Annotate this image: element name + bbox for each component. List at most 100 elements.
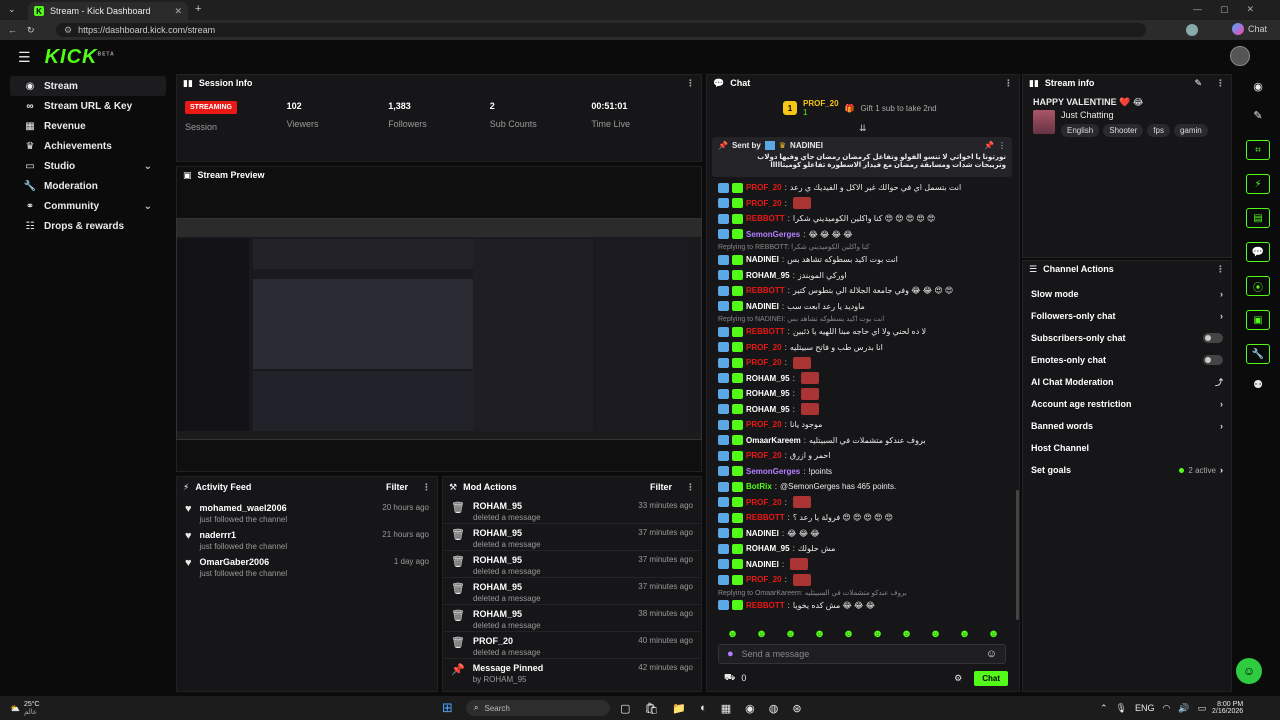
send-chat-button[interactable]: Chat bbox=[974, 670, 1008, 686]
filter-button[interactable]: Filter bbox=[386, 482, 408, 492]
chat-username[interactable]: PROF_20 bbox=[746, 451, 782, 460]
chat-username[interactable]: NADINEI bbox=[746, 255, 779, 264]
chat-message[interactable]: SemonGerges: 😂 😂 😂 😂 bbox=[718, 227, 1008, 243]
chat-username[interactable]: PROF_20 bbox=[746, 199, 782, 208]
wifi-icon[interactable]: ◠ bbox=[1163, 703, 1171, 714]
chat-username[interactable]: ROHAM_95 bbox=[746, 544, 790, 553]
chat-username[interactable]: ROHAM_95 bbox=[746, 374, 790, 383]
message-input[interactable]: ● Send a message ☺ bbox=[718, 644, 1006, 664]
more-options-icon[interactable]: ⋮ bbox=[1004, 78, 1013, 89]
slow-mode-option[interactable]: Slow mode › bbox=[1023, 283, 1231, 305]
tab-menu-icon[interactable]: ⌄ bbox=[8, 4, 16, 15]
notes-icon[interactable]: ▤ bbox=[1246, 208, 1270, 228]
reload-icon[interactable]: ↻ bbox=[27, 25, 35, 36]
mic-tray-icon[interactable]: 🎙 bbox=[1116, 703, 1127, 714]
chat-username[interactable]: REBBOTT bbox=[746, 214, 785, 223]
new-tab-icon[interactable]: + bbox=[195, 3, 201, 15]
chat-message[interactable]: BotRix: @SemonGerges has 465 points. bbox=[718, 479, 1008, 495]
chat-username[interactable]: SemonGerges bbox=[746, 467, 800, 476]
host-channel-option[interactable]: Host Channel bbox=[1023, 437, 1231, 459]
back-icon[interactable]: ← bbox=[8, 25, 17, 35]
chat-message[interactable]: SemonGerges: !points bbox=[718, 464, 1008, 480]
url-field[interactable]: ⚙ https://dashboard.kick.com/stream bbox=[56, 23, 1146, 37]
sidebar-item-drops-rewards[interactable]: ☷ Drops & rewards bbox=[10, 216, 166, 236]
filter-button[interactable]: Filter bbox=[650, 482, 672, 492]
ticket-icon[interactable]: ▣ bbox=[1246, 310, 1270, 330]
chat-message[interactable]: ROHAM_95: اوركي الموبندز bbox=[718, 268, 1008, 284]
emote-icon[interactable]: ☻ bbox=[756, 628, 768, 640]
chat-username[interactable]: PROF_20 bbox=[746, 183, 782, 192]
emote-icon[interactable]: ☻ bbox=[988, 628, 1000, 640]
chat-message[interactable]: PROF_20: انا بدرس طب و فاتح سبيتليه bbox=[718, 340, 1008, 356]
chat-username[interactable]: REBBOTT bbox=[746, 601, 785, 610]
emote-icon[interactable]: ☻ bbox=[959, 628, 971, 640]
profile-icon[interactable] bbox=[1186, 24, 1198, 36]
chat-username[interactable]: ROHAM_95 bbox=[746, 271, 790, 280]
chat-username[interactable]: NADINEI bbox=[746, 302, 779, 311]
floating-chat-button[interactable]: ☺ bbox=[1236, 658, 1262, 684]
ai-chat-moderation-option[interactable]: AI Chat Moderation ⤴ bbox=[1023, 371, 1231, 393]
sidebar-item-stream-url-key[interactable]: ∞ Stream URL & Key bbox=[10, 96, 166, 116]
browser-tab[interactable]: K Stream - Kick Dashboard ✕ bbox=[28, 2, 188, 20]
chat-username[interactable]: PROF_20 bbox=[746, 420, 782, 429]
kick-logo[interactable]: KICKBETA bbox=[45, 46, 115, 69]
emote-icon[interactable]: ☻ bbox=[814, 628, 826, 640]
more-options-icon[interactable]: ⋮ bbox=[1216, 78, 1225, 89]
chat-message[interactable]: PROF_20: bbox=[718, 495, 1008, 511]
pencil-icon[interactable]: ✎ bbox=[1236, 109, 1280, 122]
account-age-option[interactable]: Account age restriction › bbox=[1023, 393, 1231, 415]
taskbar-search[interactable]: ⌕ Search bbox=[466, 700, 610, 716]
chat-scrollbar[interactable] bbox=[1016, 490, 1019, 620]
taskbar-apps[interactable]: ▢ 🛍 📁 ◐ ▦ ◉ ◍ ⊛ bbox=[620, 702, 802, 715]
emote-icon[interactable]: ☻ bbox=[872, 628, 884, 640]
chat-message[interactable]: REBBOTT: لا ده لحني ولا اي حاجه مبنا الله… bbox=[718, 324, 1008, 340]
chat-username[interactable]: SemonGerges bbox=[746, 230, 800, 239]
mic-icon[interactable]: ● bbox=[727, 648, 734, 660]
emote-icon[interactable]: ☻ bbox=[727, 628, 739, 640]
volume-icon[interactable]: 🔊 bbox=[1178, 703, 1189, 714]
settings-gear-icon[interactable]: ⚙ bbox=[954, 673, 962, 684]
lang-label[interactable]: ENG bbox=[1135, 703, 1155, 713]
chat-message[interactable]: PROF_20: موجود يانا bbox=[718, 417, 1008, 433]
chat-message[interactable]: ROHAM_95: bbox=[718, 371, 1008, 387]
more-options-icon[interactable]: ⋮ bbox=[1216, 264, 1225, 275]
sidebar-item-studio[interactable]: ▭ Studio ⌄ bbox=[10, 156, 166, 176]
chat-message[interactable]: REBBOTT: فرولة يا رعد ؟ 😍 😍 😍 😍 😍 bbox=[718, 510, 1008, 526]
chat-username[interactable]: ROHAM_95 bbox=[746, 389, 790, 398]
chat-message[interactable]: PROF_20: انت بتسمل اي في حوالك غير الاكل … bbox=[718, 180, 1008, 196]
chat-username[interactable]: PROF_20 bbox=[746, 575, 782, 584]
eye-icon[interactable]: ◉ bbox=[1236, 80, 1280, 93]
capture-icon[interactable]: ⌗ bbox=[1246, 140, 1270, 160]
chat-message[interactable]: OmaarKareem: بروف عندكو متشملات في السبيت… bbox=[718, 433, 1008, 449]
chat-message[interactable]: PROF_20: bbox=[718, 355, 1008, 371]
followers-only-option[interactable]: Followers-only chat › bbox=[1023, 305, 1231, 327]
chat-message[interactable]: ROHAM_95: مش حلولك bbox=[718, 541, 1008, 557]
sidebar-item-revenue[interactable]: ▦ Revenue bbox=[10, 116, 166, 136]
edge-icon[interactable]: ◐ bbox=[700, 702, 707, 715]
chat-username[interactable]: OmaarKareem bbox=[746, 436, 801, 445]
battery-icon[interactable]: ▭ bbox=[1198, 703, 1207, 714]
sidebar-item-achievements[interactable]: ♛ Achievements bbox=[10, 136, 166, 156]
browser-chat-button[interactable]: Chat bbox=[1232, 23, 1267, 35]
chat-username[interactable]: PROF_20 bbox=[746, 498, 782, 507]
app-icon[interactable]: ▦ bbox=[721, 702, 731, 715]
store-icon[interactable]: 🛍 bbox=[644, 702, 658, 715]
emote-icon[interactable]: ☻ bbox=[930, 628, 942, 640]
clock[interactable]: 8:00 PM 2/16/2026 bbox=[1212, 701, 1243, 715]
browser-icon[interactable]: ◉ bbox=[745, 702, 755, 715]
emoji-icon[interactable]: ☺ bbox=[986, 648, 997, 660]
chat-message[interactable]: NADINEI: انت بوت اكيد بسطوكه تشاهد بس bbox=[718, 252, 1008, 268]
hamburger-menu-icon[interactable]: ☰ bbox=[18, 49, 31, 66]
emote-icon[interactable]: ☻ bbox=[843, 628, 855, 640]
game-icon[interactable]: ◍ bbox=[769, 702, 779, 715]
folder-icon[interactable]: 📁 bbox=[672, 702, 686, 715]
chat-message[interactable]: ROHAM_95: bbox=[718, 402, 1008, 418]
chat-username[interactable]: BotRix bbox=[746, 482, 772, 491]
more-options-icon[interactable]: ⋮ bbox=[686, 482, 695, 493]
emote-icon[interactable]: ☻ bbox=[901, 628, 913, 640]
broadcast-icon[interactable]: ⦿ bbox=[1246, 276, 1270, 296]
chat-message[interactable]: PROF_20: احمر و ازرق bbox=[718, 448, 1008, 464]
emotes-only-toggle[interactable] bbox=[1203, 355, 1223, 365]
points-icon[interactable]: ⛟ bbox=[724, 672, 735, 684]
more-options-icon[interactable]: ⋮ bbox=[686, 78, 695, 89]
